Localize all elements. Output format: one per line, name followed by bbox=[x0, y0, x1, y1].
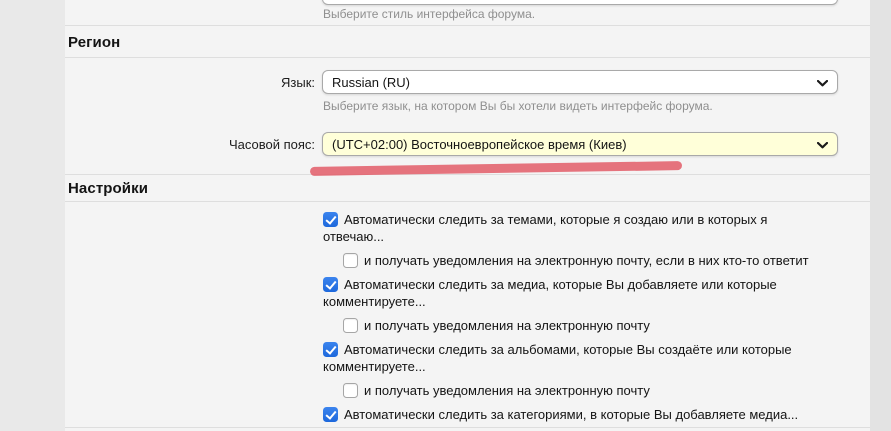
watch-categories-checkbox[interactable] bbox=[323, 407, 338, 422]
settings-checkbox-list: Автоматически следить за темами, которые… bbox=[323, 211, 831, 431]
email-notify-media-checkbox[interactable] bbox=[343, 318, 358, 333]
checkbox-label[interactable]: Автоматически следить за категориями, в … bbox=[344, 407, 798, 422]
divider bbox=[65, 25, 870, 26]
language-description: Выберите язык, на котором Вы бы хотели в… bbox=[323, 99, 713, 113]
language-select-value: Russian (RU) bbox=[332, 75, 410, 90]
checkbox-label[interactable]: и получать уведомления на электронную по… bbox=[364, 318, 650, 333]
language-label: Язык: bbox=[65, 75, 315, 90]
email-notify-threads-checkbox[interactable] bbox=[343, 253, 358, 268]
chevron-down-icon bbox=[817, 75, 828, 90]
watch-media-checkbox[interactable] bbox=[323, 277, 338, 292]
email-notify-albums-checkbox[interactable] bbox=[343, 383, 358, 398]
divider bbox=[65, 174, 870, 175]
timezone-select[interactable]: (UTC+02:00) Восточноевропейское время (К… bbox=[322, 132, 838, 156]
settings-heading: Настройки bbox=[68, 180, 148, 197]
setting-row: Автоматически следить за медиа, которые … bbox=[323, 276, 831, 310]
preferences-page: Выберите стиль интерфейса форума. Регион… bbox=[0, 0, 891, 431]
setting-row: Автоматически следить за темами, которые… bbox=[323, 211, 831, 245]
language-select[interactable]: Russian (RU) bbox=[322, 70, 838, 94]
checkbox-label[interactable]: и получать уведомления на электронную по… bbox=[364, 383, 650, 398]
watch-threads-checkbox[interactable] bbox=[323, 212, 338, 227]
divider bbox=[65, 427, 870, 428]
setting-row: и получать уведомления на электронную по… bbox=[343, 382, 831, 399]
setting-row: и получать уведомления на электронную по… bbox=[343, 252, 831, 269]
style-description: Выберите стиль интерфейса форума. bbox=[323, 7, 535, 21]
setting-row: и получать уведомления на электронную по… bbox=[343, 317, 831, 334]
checkbox-label[interactable]: и получать уведомления на электронную по… bbox=[364, 253, 809, 268]
region-heading: Регион bbox=[68, 34, 120, 51]
setting-row: Автоматически следить за категориями, в … bbox=[323, 406, 831, 423]
setting-row: Автоматически следить за альбомами, кото… bbox=[323, 341, 831, 375]
chevron-down-icon bbox=[817, 137, 828, 152]
checkbox-label[interactable]: Автоматически следить за темами, которые… bbox=[323, 212, 767, 244]
checkbox-label[interactable]: Автоматически следить за альбомами, кото… bbox=[323, 342, 792, 374]
timezone-label: Часовой пояс: bbox=[65, 137, 315, 152]
preferences-form: Выберите стиль интерфейса форума. Регион… bbox=[65, 0, 870, 431]
divider bbox=[65, 201, 870, 202]
right-gutter bbox=[870, 0, 891, 431]
watch-albums-checkbox[interactable] bbox=[323, 342, 338, 357]
checkbox-label[interactable]: Автоматически следить за медиа, которые … bbox=[323, 277, 777, 309]
timezone-select-value: (UTC+02:00) Восточноевропейское время (К… bbox=[332, 137, 627, 152]
style-select[interactable] bbox=[322, 0, 838, 5]
divider bbox=[65, 57, 870, 58]
